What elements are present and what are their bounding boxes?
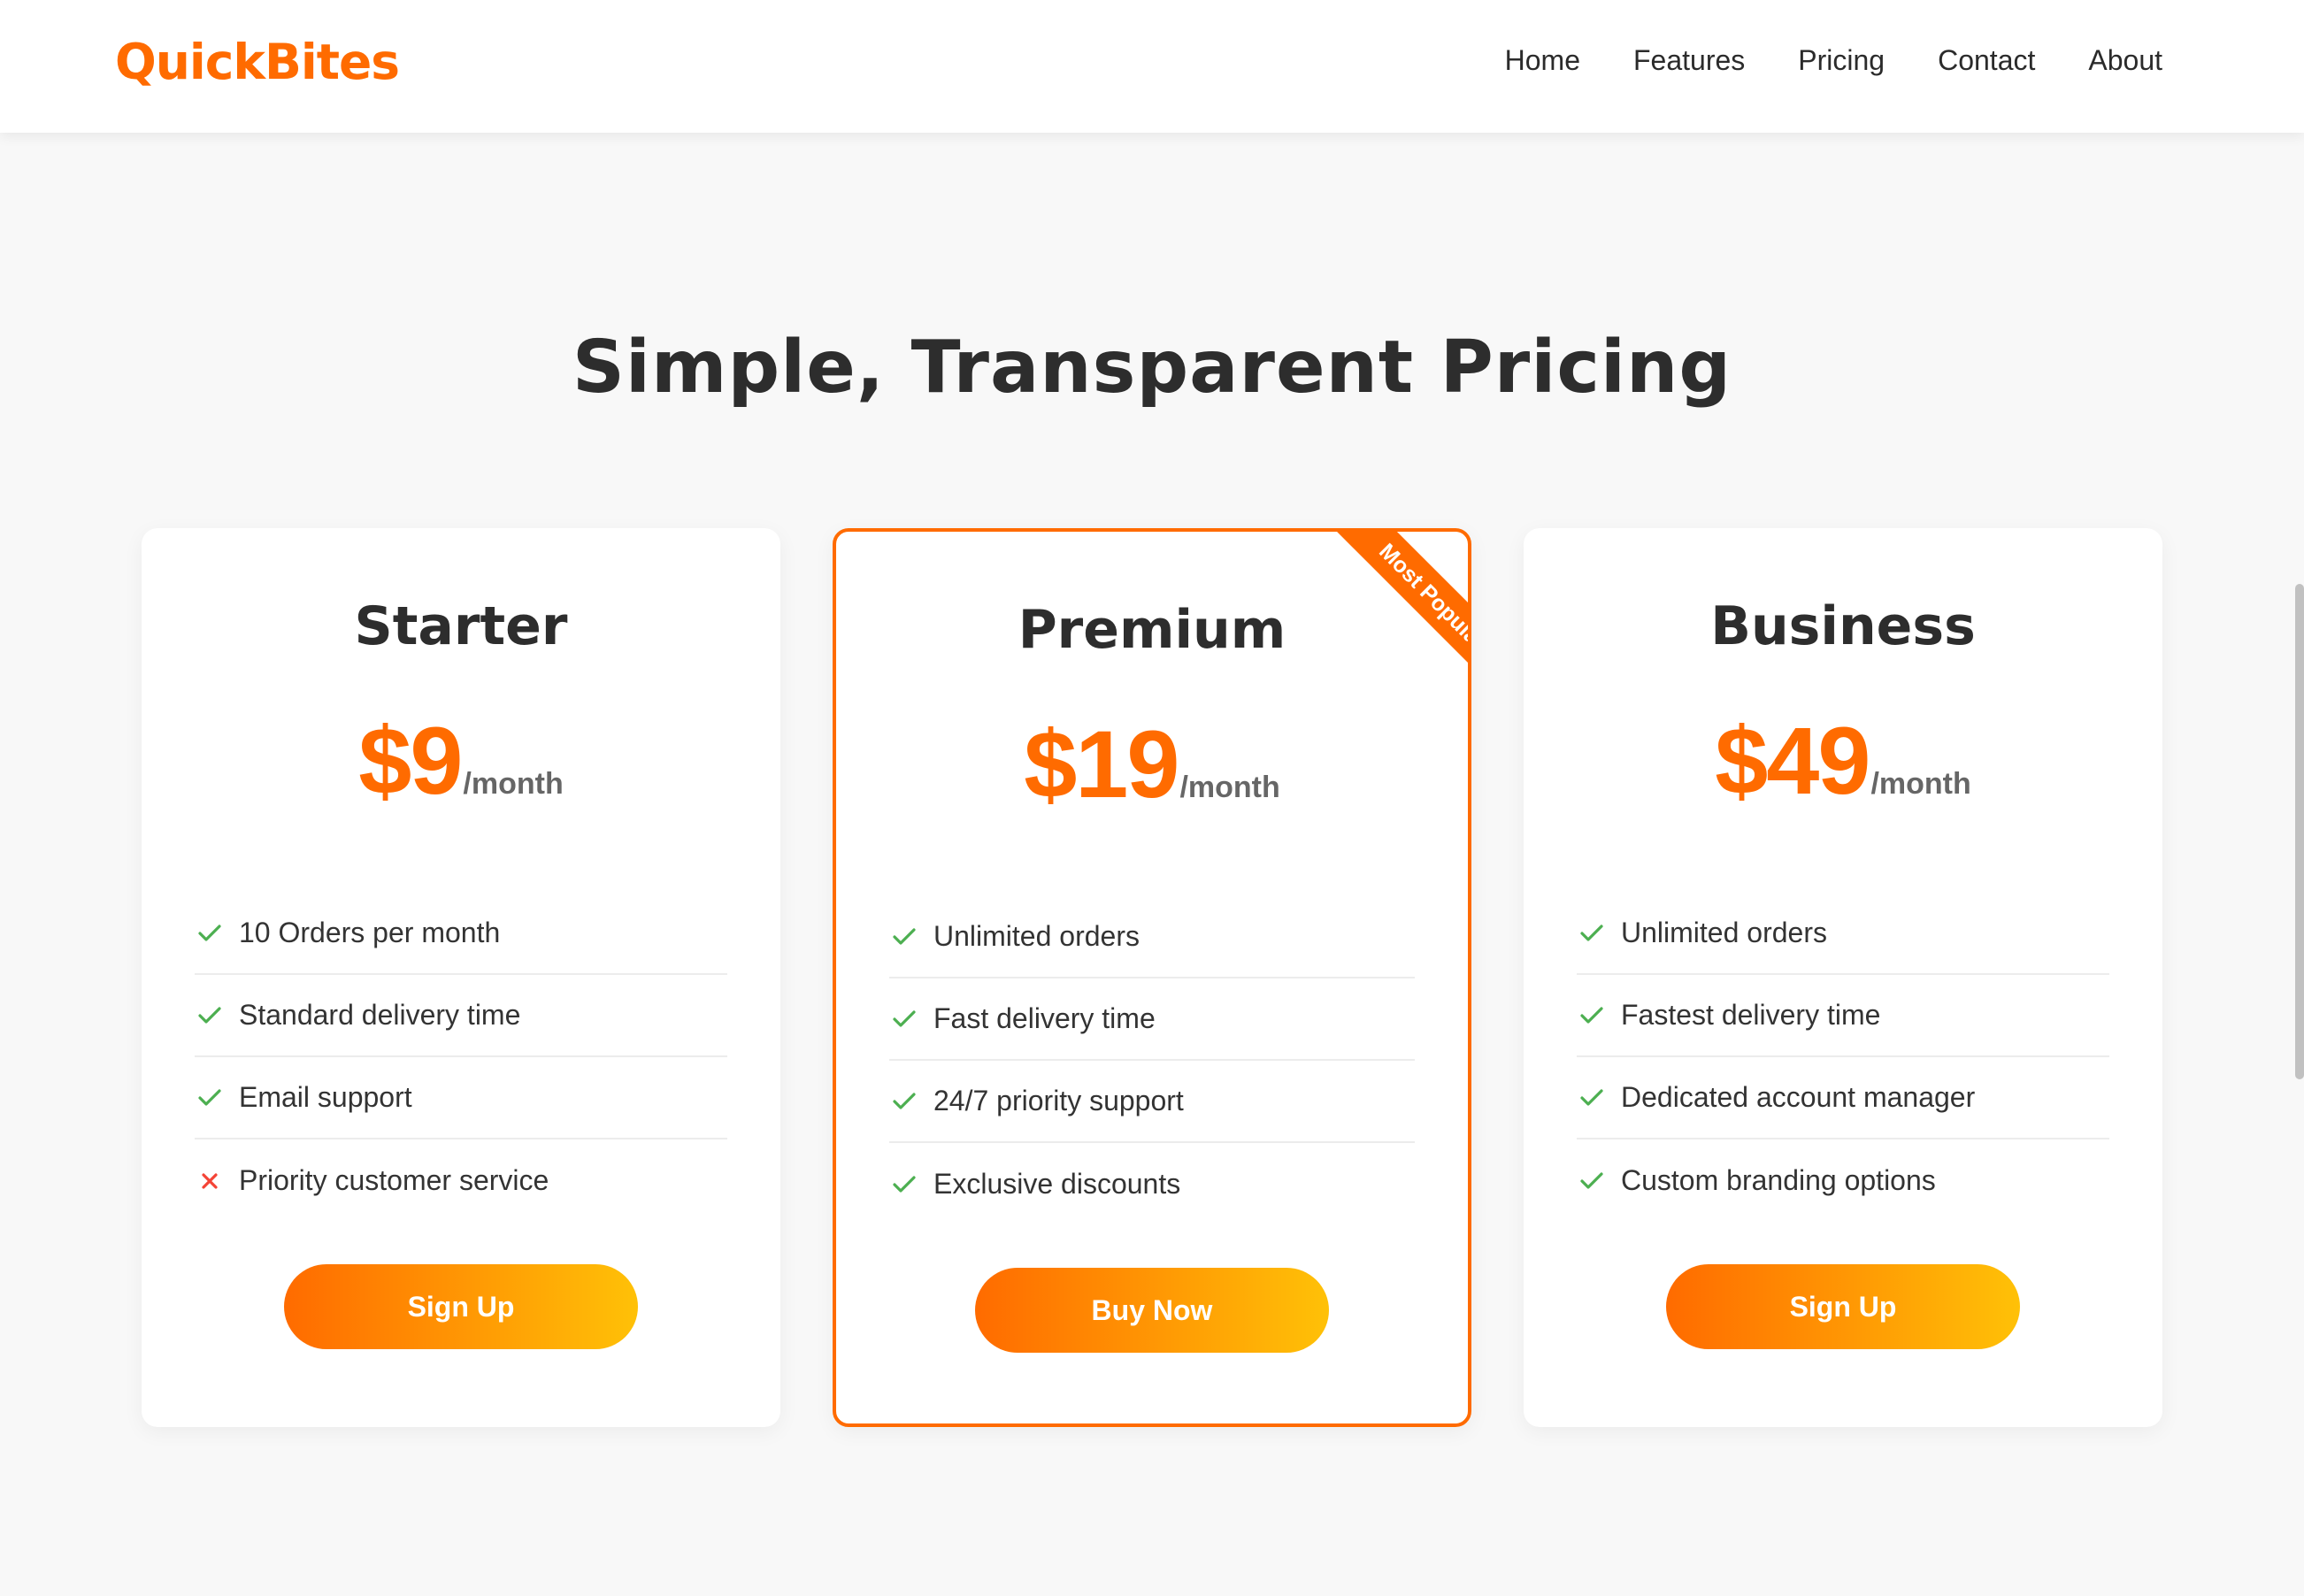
feature-item: Unlimited orders: [1577, 893, 2109, 975]
pricing-card-starter: Starter $9 /month 10 Orders per month St…: [142, 528, 780, 1427]
plan-name: Starter: [354, 595, 568, 657]
plan-price: $9 /month: [142, 705, 780, 816]
feature-text: Fastest delivery time: [1621, 999, 1881, 1031]
feature-item: Fastest delivery time: [1577, 975, 2109, 1057]
feature-text: 24/7 priority support: [933, 1085, 1184, 1116]
feature-text: Fast delivery time: [933, 1002, 1156, 1034]
cross-icon: [195, 1171, 225, 1191]
check-icon: [889, 1092, 919, 1111]
sign-up-button[interactable]: Sign Up: [1666, 1264, 2020, 1349]
price-period: /month: [1179, 771, 1280, 804]
check-icon: [195, 1088, 225, 1108]
feature-text: 10 Orders per month: [239, 917, 501, 948]
nav-link-features[interactable]: Features: [1633, 44, 1745, 77]
feature-text: Priority customer service: [239, 1164, 549, 1196]
feature-list: 10 Orders per month Standard delivery ti…: [195, 893, 727, 1222]
feature-item: Fast delivery time: [889, 978, 1415, 1061]
check-icon: [1577, 924, 1607, 943]
navbar: QuickBites Home Features Pricing Contact…: [0, 0, 2304, 133]
feature-item: 24/7 priority support: [889, 1061, 1415, 1143]
feature-text: Exclusive discounts: [933, 1168, 1181, 1200]
pricing-card-business: Business $49 /month Unlimited orders Fas…: [1524, 528, 2162, 1427]
logo[interactable]: QuickBites: [115, 34, 400, 90]
feature-text: Custom branding options: [1621, 1164, 1936, 1196]
buy-now-button[interactable]: Buy Now: [975, 1268, 1329, 1353]
feature-text: Email support: [239, 1081, 412, 1113]
price-period: /month: [1870, 767, 1971, 801]
price-amount: $49: [1715, 707, 1870, 814]
nav-link-contact[interactable]: Contact: [1938, 44, 2035, 77]
check-icon: [889, 927, 919, 947]
feature-item: Custom branding options: [1577, 1139, 2109, 1222]
feature-text: Unlimited orders: [1621, 917, 1827, 948]
feature-item: Priority customer service: [195, 1139, 727, 1222]
feature-item: 10 Orders per month: [195, 893, 727, 975]
feature-item: Email support: [195, 1057, 727, 1139]
feature-item: Exclusive discounts: [889, 1143, 1415, 1225]
feature-item: Unlimited orders: [889, 896, 1415, 978]
plan-price: $49 /month: [1524, 705, 2162, 816]
check-icon: [195, 924, 225, 943]
plan-name: Premium: [1018, 599, 1286, 661]
check-icon: [195, 1006, 225, 1025]
feature-text: Dedicated account manager: [1621, 1081, 1976, 1113]
feature-list: Unlimited orders Fast delivery time 24/7…: [889, 896, 1415, 1225]
plan-name: Business: [1710, 595, 1976, 657]
price-amount: $19: [1024, 710, 1179, 817]
pricing-card-premium: Most Popular Premium $19 /month Unlimite…: [833, 528, 1471, 1427]
nav-link-about[interactable]: About: [2088, 44, 2162, 77]
feature-list: Unlimited orders Fastest delivery time D…: [1577, 893, 2109, 1222]
check-icon: [889, 1175, 919, 1194]
check-icon: [1577, 1171, 1607, 1191]
section-title: Simple, Transparent Pricing: [572, 326, 1732, 410]
feature-item: Standard delivery time: [195, 975, 727, 1057]
check-icon: [1577, 1088, 1607, 1108]
check-icon: [1577, 1006, 1607, 1025]
feature-text: Standard delivery time: [239, 999, 521, 1031]
feature-item: Dedicated account manager: [1577, 1057, 2109, 1139]
price-amount: $9: [358, 707, 463, 814]
feature-text: Unlimited orders: [933, 920, 1140, 952]
price-period: /month: [463, 767, 564, 801]
nav-link-home[interactable]: Home: [1505, 44, 1580, 77]
check-icon: [889, 1009, 919, 1029]
nav-menu: Home Features Pricing Contact About: [1505, 44, 2162, 77]
sign-up-button[interactable]: Sign Up: [284, 1264, 638, 1349]
plan-price: $19 /month: [836, 709, 1468, 819]
nav-link-pricing[interactable]: Pricing: [1798, 44, 1885, 77]
scrollbar-thumb[interactable]: [2295, 584, 2304, 1079]
